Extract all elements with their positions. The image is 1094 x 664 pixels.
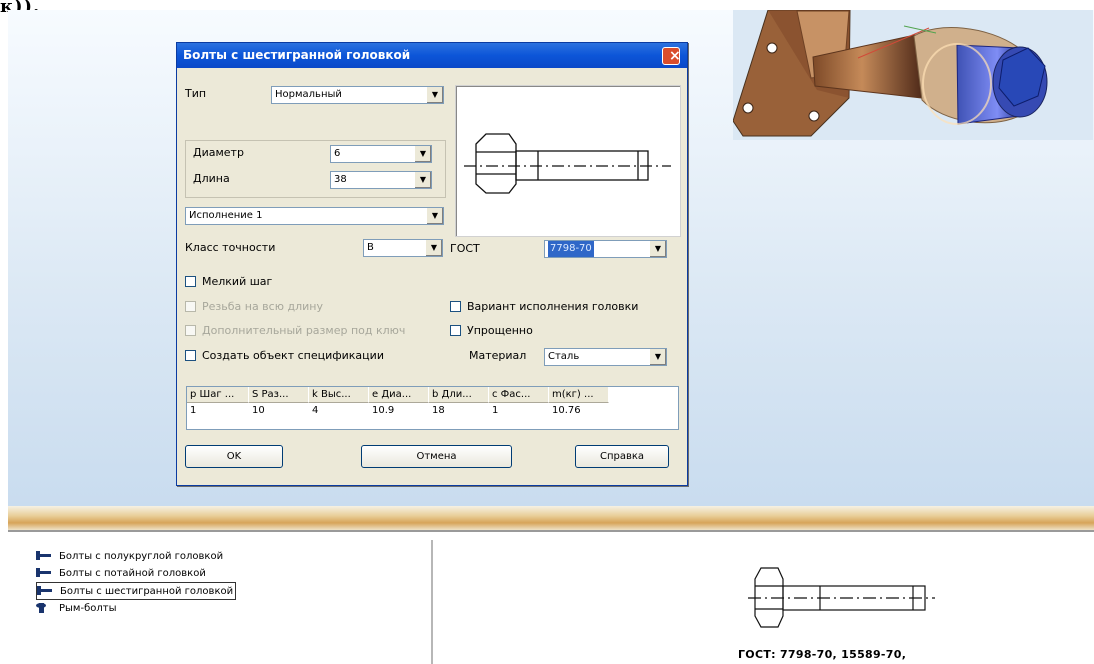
type-value: Нормальный <box>275 89 342 100</box>
accuracy-label: Класс точности <box>185 241 276 254</box>
extra-key-size-label: Дополнительный размер под ключ <box>202 324 406 337</box>
chevron-down-icon[interactable]: ▼ <box>426 208 443 224</box>
specification-label: Создать объект спецификации <box>202 349 384 362</box>
chevron-down-icon[interactable]: ▼ <box>414 172 431 188</box>
cancel-button[interactable]: Отмена <box>361 445 512 468</box>
tree-item-countersunk-bolts[interactable]: Болты с потайной головкой <box>36 565 206 581</box>
tree-item-label: Болты с потайной головкой <box>59 567 206 579</box>
gost-select[interactable]: 7798-70 ▼ <box>544 240 667 258</box>
column-header[interactable]: b Дли... <box>429 387 489 403</box>
table-cell: 10.9 <box>372 405 395 416</box>
chevron-down-icon[interactable]: ▼ <box>426 87 443 103</box>
column-header[interactable]: k Выс... <box>309 387 369 403</box>
chevron-down-icon[interactable]: ▼ <box>649 349 666 365</box>
table-cell: 1 <box>492 405 499 416</box>
bolt-dialog[interactable]: Болты с шестигранной головкой × Тип Норм… <box>176 42 688 486</box>
bolt-drawing <box>464 133 671 194</box>
bolt-preview <box>455 85 681 237</box>
tree-item-round-head-bolts[interactable]: Болты с полукруглой головкой <box>36 548 223 564</box>
horizontal-splitter[interactable] <box>8 506 1094 530</box>
type-select[interactable]: Нормальный ▼ <box>271 86 444 104</box>
column-header[interactable]: c Фас... <box>489 387 549 403</box>
table-cell: 4 <box>312 405 319 416</box>
length-select[interactable]: 38 ▼ <box>330 171 432 189</box>
diameter-select[interactable]: 6 ▼ <box>330 145 432 163</box>
ok-button[interactable]: OK <box>185 445 283 468</box>
gost-caption: ГОСТ: 7798-70, 15589-70, <box>738 648 907 661</box>
gost-label: ГОСТ <box>450 242 480 255</box>
tree-item-label: Болты с шестигранной головкой <box>60 585 234 597</box>
size-groupbox: Диаметр 6 ▼ Длина 38 ▼ <box>185 140 446 198</box>
library-tree[interactable]: Болты с полукруглой головкой Болты с пот… <box>36 540 433 664</box>
fine-pitch-label: Мелкий шаг <box>202 275 273 288</box>
tree-item-label: Болты с полукруглой головкой <box>59 550 224 562</box>
type-label: Тип <box>185 87 207 100</box>
full-thread-label: Резьба на всю длину <box>202 300 323 313</box>
variant-select[interactable]: Исполнение 1 ▼ <box>185 207 444 225</box>
accuracy-select[interactable]: B ▼ <box>363 239 443 257</box>
column-header[interactable]: m(кг) ... <box>549 387 609 403</box>
checkbox-icon[interactable] <box>185 325 196 336</box>
chevron-down-icon[interactable]: ▼ <box>425 240 442 256</box>
column-header[interactable]: p Шаг ... <box>187 387 249 403</box>
column-header[interactable]: S Раз... <box>249 387 309 403</box>
close-icon[interactable]: × <box>662 47 681 65</box>
simplified-label: Упрощенно <box>467 324 533 337</box>
fine-pitch-checkbox[interactable]: Мелкий шаг <box>185 275 272 288</box>
specification-checkbox[interactable]: Создать объект спецификации <box>185 349 384 362</box>
checkbox-icon[interactable] <box>185 276 196 287</box>
table-cell: 18 <box>432 405 445 416</box>
head-variant-checkbox[interactable]: Вариант исполнения головки <box>450 300 638 313</box>
dialog-title: Болты с шестигранной головкой <box>183 48 411 62</box>
material-label: Материал <box>469 349 527 362</box>
bolt-icon <box>36 551 54 561</box>
chevron-down-icon[interactable]: ▼ <box>414 146 431 162</box>
simplified-checkbox[interactable]: Упрощенно <box>450 324 533 337</box>
checkbox-icon[interactable] <box>185 301 196 312</box>
parameters-table[interactable]: p Шаг ... S Раз... k Выс... e Диа... b Д… <box>186 386 679 430</box>
head-variant-label: Вариант исполнения головки <box>467 300 639 313</box>
lower-bolt-preview <box>748 567 935 628</box>
bolt-icon <box>37 586 55 596</box>
gost-value: 7798-70 <box>548 241 594 257</box>
table-cell: 10 <box>252 405 265 416</box>
variant-value: Исполнение 1 <box>189 210 263 221</box>
extra-key-size-checkbox[interactable]: Дополнительный размер под ключ <box>185 324 405 337</box>
help-button[interactable]: Справка <box>575 445 669 468</box>
bolt-3d-model[interactable] <box>733 10 1093 140</box>
diameter-label: Диаметр <box>193 146 244 159</box>
tree-item-hex-head-bolts[interactable]: Болты с шестигранной головкой <box>36 582 237 600</box>
table-row[interactable]: 1 10 4 10.9 18 1 10.76 <box>187 403 678 419</box>
length-label: Длина <box>193 172 230 185</box>
parameters-table-header: p Шаг ... S Раз... k Выс... e Диа... b Д… <box>187 387 678 403</box>
tree-item-label: Рым-болты <box>59 602 117 614</box>
table-cell: 1 <box>190 405 197 416</box>
full-thread-checkbox[interactable]: Резьба на всю длину <box>185 300 323 313</box>
eye-bolt-icon <box>36 603 54 613</box>
material-select[interactable]: Сталь ▼ <box>544 348 667 366</box>
chevron-down-icon[interactable]: ▼ <box>649 241 666 257</box>
checkbox-icon[interactable] <box>450 325 461 336</box>
checkbox-icon[interactable] <box>450 301 461 312</box>
bolt-icon <box>36 568 54 578</box>
checkbox-icon[interactable] <box>185 350 196 361</box>
column-header[interactable]: e Диа... <box>369 387 429 403</box>
dialog-titlebar[interactable]: Болты с шестигранной головкой × <box>177 43 687 68</box>
tree-item-eye-bolts[interactable]: Рым-болты <box>36 600 116 616</box>
table-cell: 10.76 <box>552 405 581 416</box>
